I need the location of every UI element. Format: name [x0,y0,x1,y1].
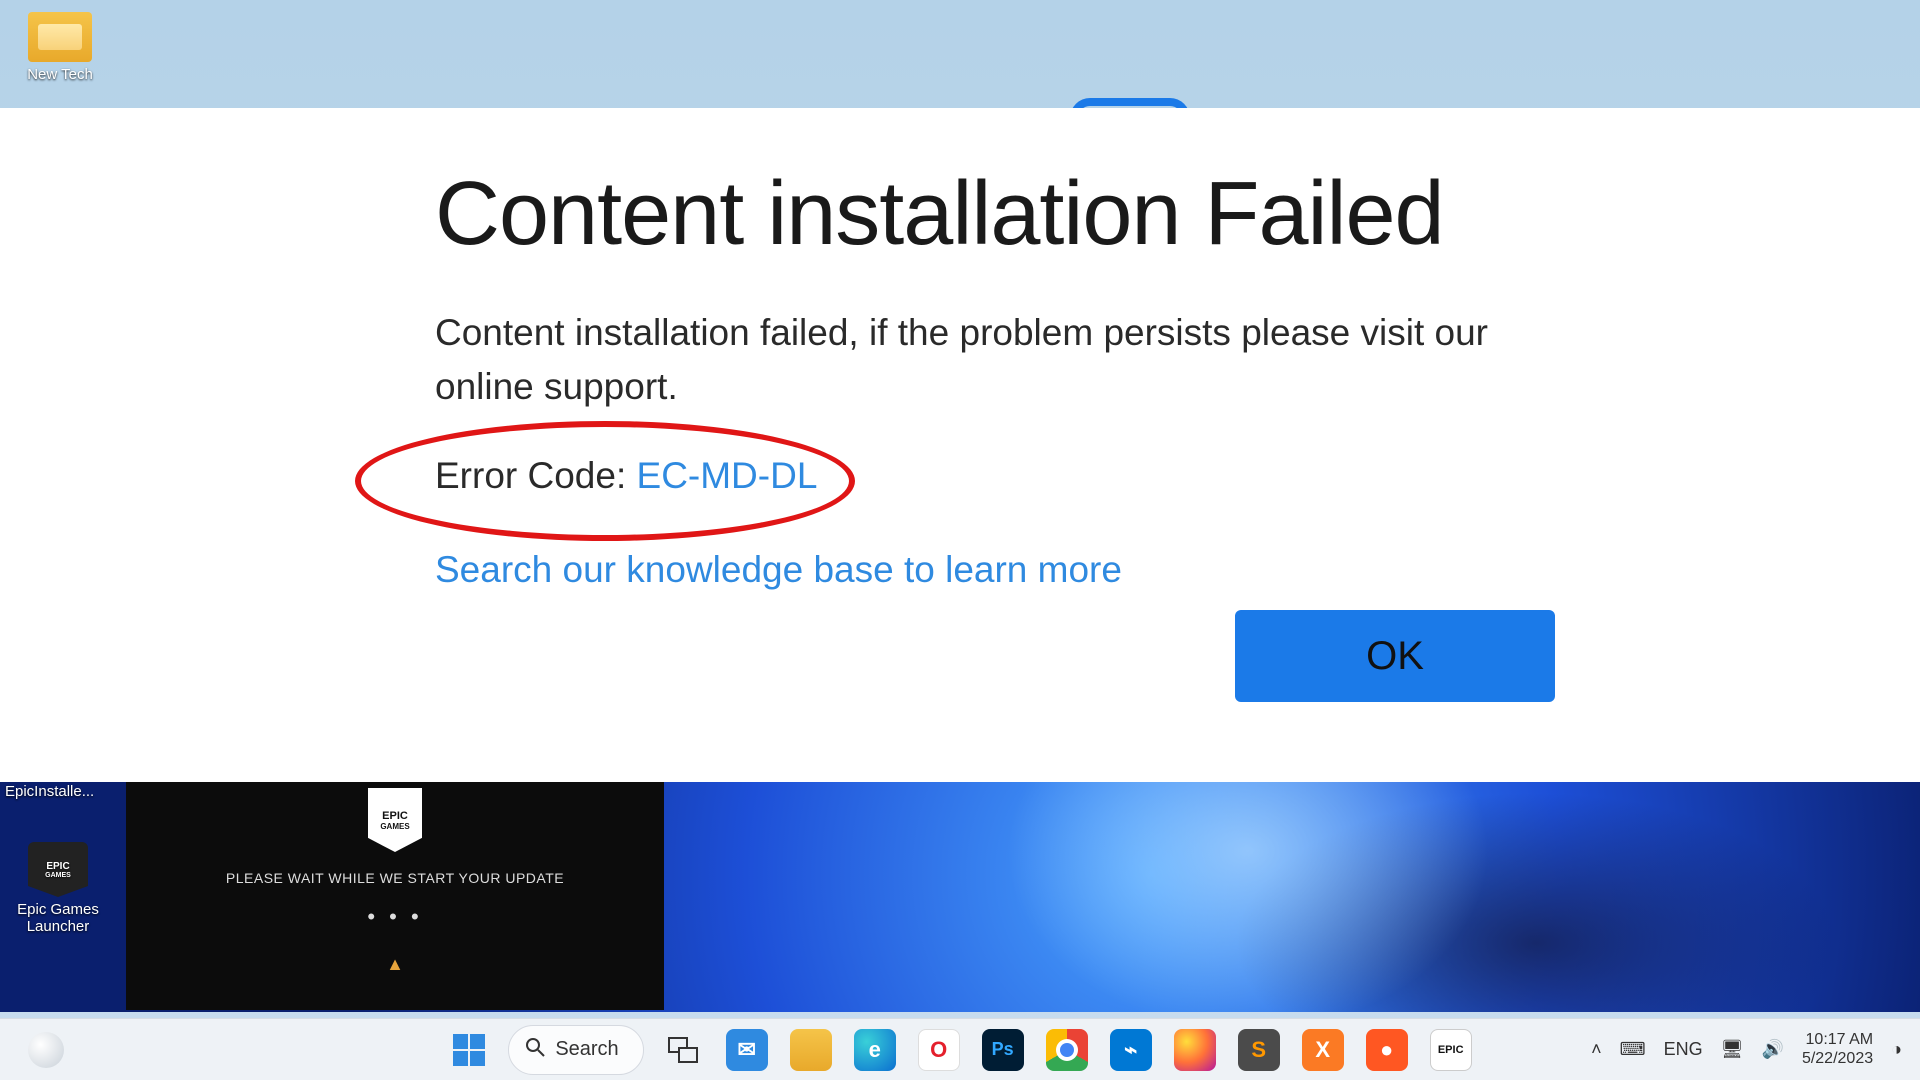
search-label: Search [555,1038,618,1061]
dialog-body-text: Content installation failed, if the prob… [435,306,1555,413]
search-icon [525,1037,545,1063]
epic-logo-text-2: GAMES [380,822,409,831]
taskbar-app-sublime[interactable]: S [1234,1025,1284,1075]
task-view-button[interactable] [658,1025,708,1075]
taskbar-app-opera[interactable]: O [914,1025,964,1075]
taskbar: Search ✉ e O Ps ⌁ S X ● EPIC ˄ ⌨ ENG 🖥 🔊… [0,1018,1920,1080]
firefox-icon [1174,1029,1216,1071]
sublime-icon: S [1238,1029,1280,1071]
weather-icon[interactable] [28,1032,64,1068]
error-dialog: Content installation Failed Content inst… [0,108,1920,782]
taskbar-left [28,1032,64,1068]
chrome-icon [1046,1029,1088,1071]
updater-status-text: PLEASE WAIT WHILE WE START YOUR UPDATE [126,870,664,886]
taskbar-app-mail[interactable]: ✉ [722,1025,772,1075]
loading-dots-icon: • • • [126,904,664,930]
taskbar-app-epic-games[interactable]: EPIC [1426,1025,1476,1075]
tray-overflow-icon[interactable]: ˄ [1591,1039,1602,1060]
taskbar-app-xampp[interactable]: X [1298,1025,1348,1075]
keyboard-icon[interactable]: ⌨ [1620,1039,1646,1060]
error-code-prefix: Error Code: [435,455,637,496]
mail-icon: ✉ [726,1029,768,1071]
epic-games-logo: EPIC GAMES [368,788,422,852]
taskbar-right: ˄ ⌨ ENG 🖥 🔊 10:17 AM 5/22/2023 ◑ [1591,1031,1902,1068]
epic-games-icon: EPIC GAMES [28,842,88,897]
folder-icon [790,1029,832,1071]
desktop-icon-label: Epic Games Launcher [8,901,108,935]
clock-date: 5/22/2023 [1802,1050,1873,1068]
warning-icon: ▲ [126,954,664,975]
vscode-icon: ⌁ [1110,1029,1152,1071]
epic-updater-window: EPIC GAMES PLEASE WAIT WHILE WE START YO… [126,782,664,1010]
recorder-icon: ● [1366,1029,1408,1071]
task-view-icon [662,1029,704,1071]
language-indicator[interactable]: ENG [1664,1039,1703,1060]
folder-icon [28,12,92,62]
volume-icon[interactable]: 🔊 [1762,1039,1784,1060]
dialog-title: Content installation Failed [435,163,1920,266]
taskbar-app-photoshop[interactable]: Ps [978,1025,1028,1075]
opera-icon: O [918,1029,960,1071]
taskbar-app-file-explorer[interactable] [786,1025,836,1075]
windows-logo-icon [452,1033,486,1067]
error-code-line: Error Code: EC-MD-DL [435,455,817,497]
ok-button[interactable]: OK [1235,610,1555,702]
epic-icon-text-1: EPIC [46,861,69,872]
epic-icon-text-2: GAMES [45,872,71,879]
taskbar-search[interactable]: Search [508,1025,643,1075]
error-code-value[interactable]: EC-MD-DL [637,455,818,496]
xampp-icon: X [1302,1029,1344,1071]
epic-logo-text-1: EPIC [382,810,408,822]
taskbar-app-recorder[interactable]: ● [1362,1025,1412,1075]
desktop-icon-epic-games-launcher[interactable]: EPIC GAMES Epic Games Launcher [8,842,108,935]
knowledge-base-link[interactable]: Search our knowledge base to learn more [435,549,1122,591]
start-button[interactable] [444,1025,494,1075]
edge-icon: e [854,1029,896,1071]
taskbar-center: Search ✉ e O Ps ⌁ S X ● EPIC [444,1025,1475,1075]
network-icon[interactable]: 🖥 [1721,1039,1744,1060]
desktop-icon-label-epic-installer[interactable]: EpicInstalle... [2,782,97,801]
desktop-icon-folder-new-tech[interactable]: New Tech [10,12,110,83]
photoshop-icon: Ps [982,1029,1024,1071]
taskbar-app-edge[interactable]: e [850,1025,900,1075]
taskbar-app-chrome[interactable] [1042,1025,1092,1075]
taskbar-clock[interactable]: 10:17 AM 5/22/2023 [1802,1031,1873,1068]
epic-games-icon: EPIC [1430,1029,1472,1071]
desktop-icon-label: New Tech [10,66,110,83]
notifications-icon[interactable]: ◑ [1891,1039,1902,1060]
taskbar-app-firefox[interactable] [1170,1025,1220,1075]
taskbar-app-vscode[interactable]: ⌁ [1106,1025,1156,1075]
clock-time: 10:17 AM [1802,1031,1873,1049]
